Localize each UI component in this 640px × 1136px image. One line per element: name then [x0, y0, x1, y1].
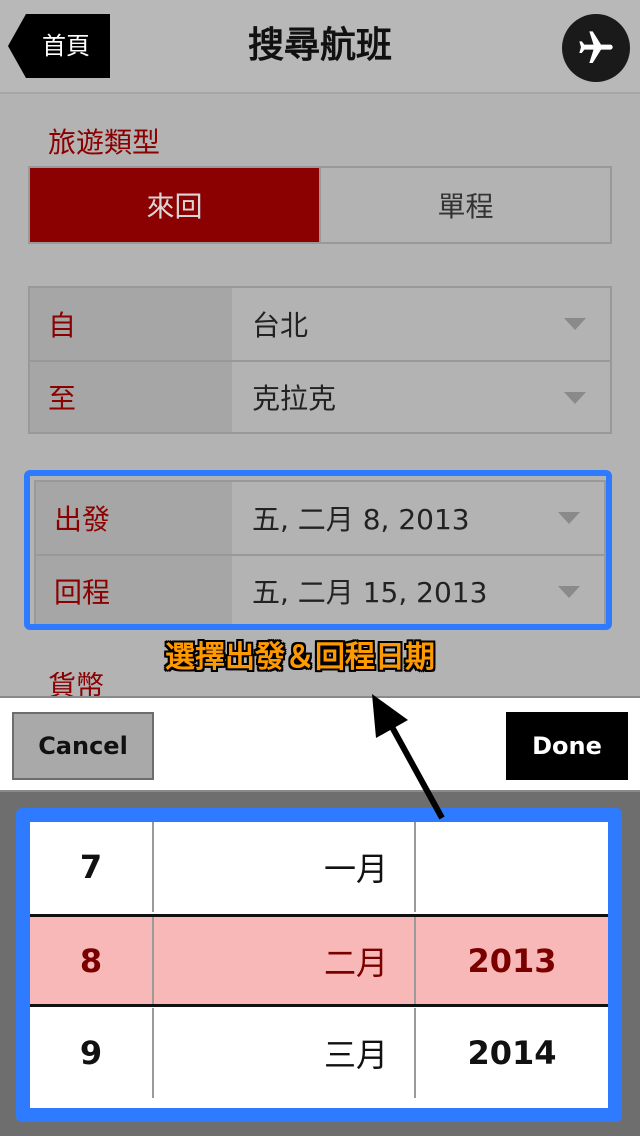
dropdown-arrow-icon	[564, 392, 586, 404]
picker-row[interactable]: 9 三月 2014	[30, 1008, 608, 1098]
page-title: 搜尋航班	[247, 25, 392, 66]
to-value-text: 克拉克	[252, 382, 337, 415]
done-button[interactable]: Done	[506, 712, 628, 780]
picker-year[interactable]: 2013	[416, 916, 608, 1006]
from-value[interactable]: 台北	[232, 288, 610, 360]
picker-row[interactable]: 7 一月	[30, 822, 608, 912]
selection-line-bottom	[30, 1004, 608, 1007]
picker-year[interactable]: 2014	[416, 1008, 608, 1098]
from-row[interactable]: 自 台北	[30, 288, 610, 360]
route-group: 自 台北 至 克拉克	[28, 286, 612, 434]
picker-month[interactable]: 三月	[154, 1008, 416, 1098]
cancel-button[interactable]: Cancel	[12, 712, 154, 780]
to-label: 至	[30, 362, 232, 432]
flight-button[interactable]	[562, 14, 630, 82]
picker-toolbar: Cancel Done	[0, 696, 640, 792]
currency-label: 貨幣	[48, 672, 105, 696]
picker-month[interactable]: 一月	[154, 822, 416, 912]
picker-month[interactable]: 二月	[154, 916, 416, 1006]
picker-day[interactable]: 7	[30, 822, 154, 912]
to-row[interactable]: 至 克拉克	[30, 360, 610, 432]
dropdown-arrow-icon	[564, 318, 586, 330]
round-trip-option[interactable]: 來回	[30, 168, 319, 242]
nav-bar: 首頁 搜尋航班	[0, 0, 640, 94]
picker-day[interactable]: 9	[30, 1008, 154, 1098]
to-value[interactable]: 克拉克	[232, 362, 610, 432]
date-picker[interactable]: 7 一月 8 二月 2013 9 三月 2014	[16, 808, 622, 1122]
date-highlight-frame	[24, 470, 612, 630]
airplane-icon	[579, 31, 613, 63]
picker-row-selected[interactable]: 8 二月 2013	[30, 916, 608, 1006]
selection-line-top	[30, 914, 608, 917]
annotation-text: 選擇出發＆回程日期	[165, 640, 435, 675]
annotation-arrow-icon	[372, 694, 445, 820]
one-way-option[interactable]: 單程	[319, 168, 610, 242]
picker-day[interactable]: 8	[30, 916, 154, 1006]
trip-type-label: 旅遊類型	[48, 126, 161, 159]
picker-year[interactable]	[416, 822, 608, 912]
from-label: 自	[30, 288, 232, 360]
from-value-text: 台北	[252, 309, 309, 342]
trip-type-selector: 來回 單程	[28, 166, 612, 244]
